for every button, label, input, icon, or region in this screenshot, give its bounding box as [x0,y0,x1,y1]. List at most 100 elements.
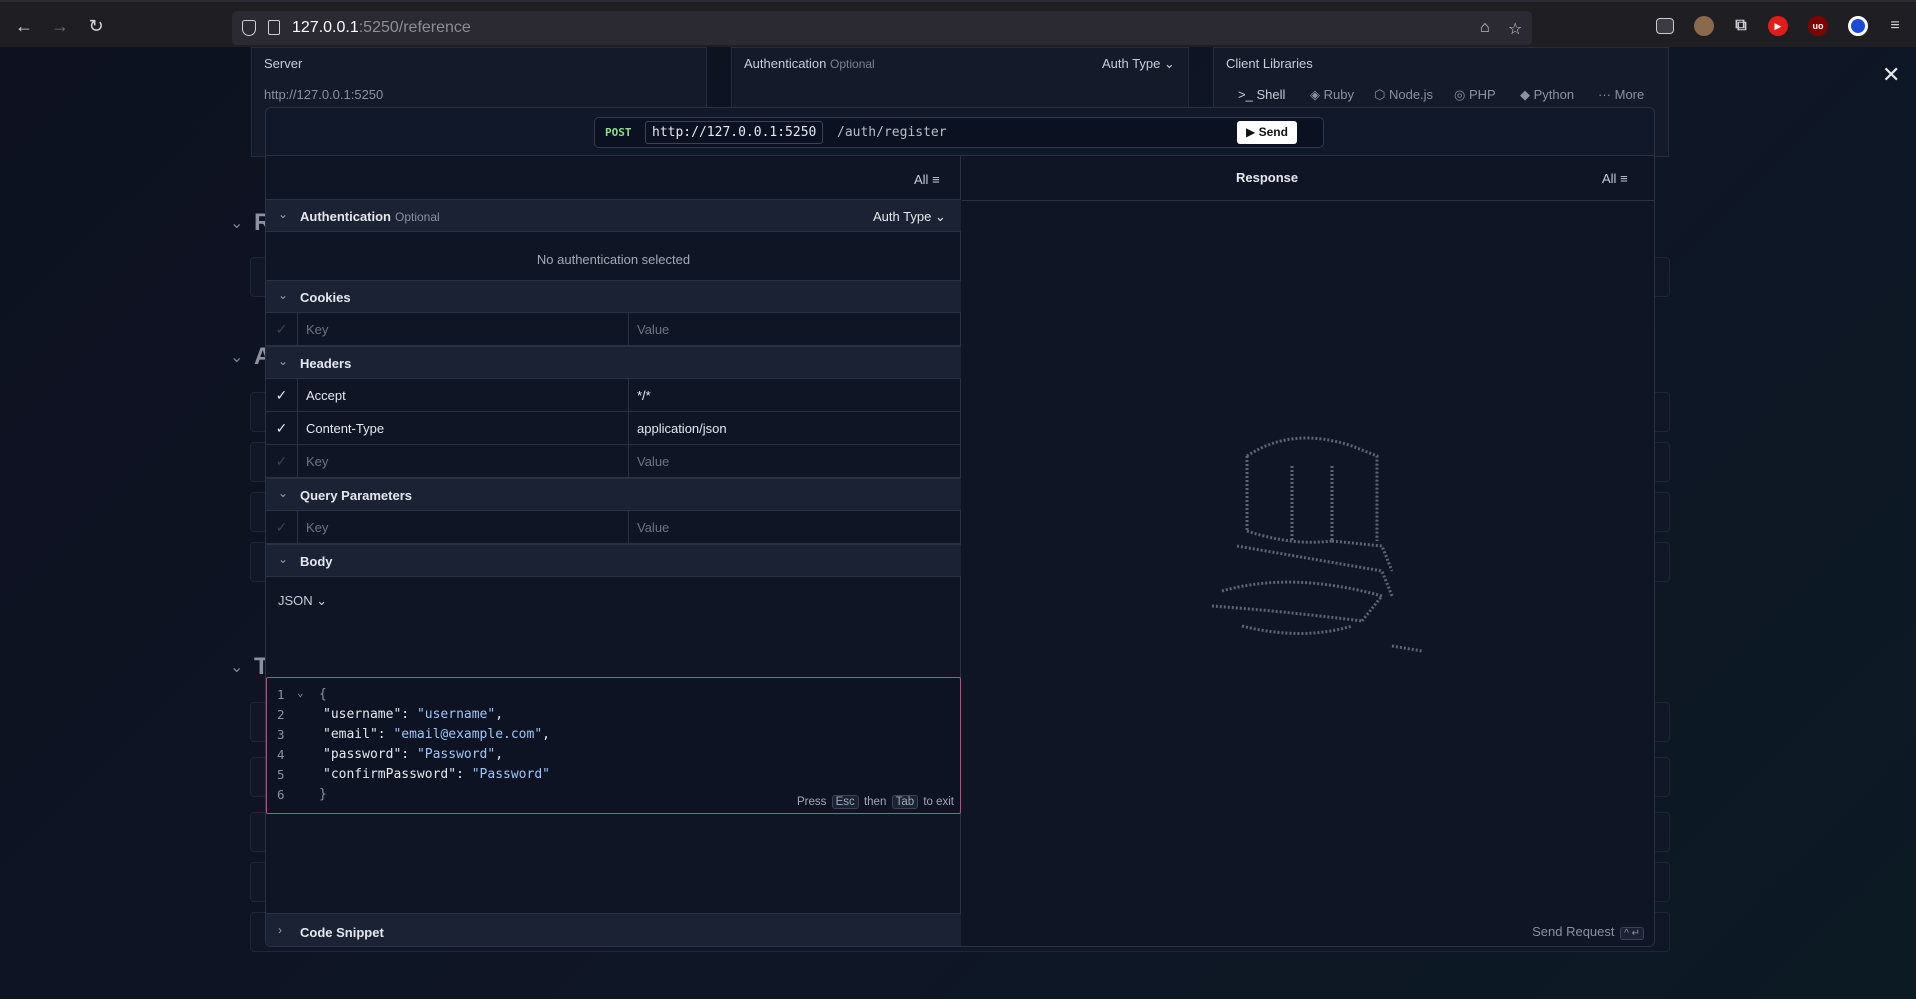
cookie-key-input[interactable]: Key [306,322,328,337]
chevron-down-icon: ⌄ [278,552,289,566]
auth-type-dropdown[interactable]: Auth Type ⌄ [1102,56,1175,72]
header-key-input[interactable]: Content-Type [306,421,384,436]
response-header: Response All ≡ [962,156,1654,201]
pocket-icon[interactable] [1656,18,1674,34]
address-bar[interactable]: 127.0.0.1:5250/reference ⌂ ☆ [232,11,1532,45]
client-tab-python[interactable]: ◆ Python [1520,87,1574,103]
response-pane: Response All ≡ Send Request ^ ↵ [962,156,1654,946]
no-auth-message: No authentication selected [536,252,691,267]
editor-exit-hint: Press Esc then Tab to exit [796,795,954,809]
extension-circle-icon[interactable] [1848,16,1868,36]
code-snippet-section-header[interactable]: › Code Snippet [266,913,961,946]
close-icon[interactable]: ✕ [1882,62,1900,88]
header-key-input[interactable]: Key [306,454,328,469]
chevron-down-icon[interactable]: ⌄ [230,347,243,367]
code-line: "confirmPassword": "Password" [323,767,550,782]
response-filter-dropdown[interactable]: All ≡ [1602,171,1628,186]
headers-section-header[interactable]: ⌄ Headers [266,346,961,379]
auth-heading: Authentication Optional [744,56,875,71]
server-heading: Server [264,56,303,71]
back-icon[interactable]: ← [10,12,38,40]
play-icon: ▶ [1246,125,1256,139]
cookie-row: ✓ Key Value [266,313,961,346]
request-bar: POST http://127.0.0.1:5250 /auth/registe… [266,108,1654,156]
code-line: } [319,787,327,802]
query-value-input[interactable]: Value [637,520,669,535]
chevron-down-icon: ⌄ [278,207,289,221]
browser-toolbar: ← → ↻ 127.0.0.1:5250/reference ⌂ ☆ ⧉ ▶ u… [0,0,1916,47]
query-section-header[interactable]: ⌄ Query Parameters [266,478,961,511]
request-modal: POST http://127.0.0.1:5250 /auth/registe… [265,107,1655,947]
client-tab-more[interactable]: ··· More [1598,87,1644,102]
request-pane: All ≡ ⌄ Authentication Optional Auth Type… [266,156,961,946]
filter-icon: ≡ [1620,171,1628,186]
youtube-icon[interactable]: ▶ [1768,16,1788,36]
client-libraries-heading: Client Libraries [1226,56,1313,71]
body-content-type-dropdown[interactable]: JSON ⌄ [278,593,327,609]
checkbox[interactable]: ✓ [266,313,298,345]
line-number: 3 [277,727,285,742]
chevron-down-icon: ⌄ [278,486,289,500]
menu-icon[interactable]: ≡ [1885,16,1905,36]
page-icon [268,20,280,35]
code-line: "username": "username", [323,707,504,722]
send-request-hint[interactable]: Send Request ^ ↵ [1532,924,1646,940]
header-value-input[interactable]: application/json [637,421,727,436]
query-key-input[interactable]: Key [306,520,328,535]
keyboard-shortcut: ^ ↵ [1620,927,1644,940]
empty-response-illustration [1211,436,1423,653]
bookmark-star-icon[interactable]: ☆ [1508,19,1522,39]
line-number: 6 [277,787,285,802]
chevron-down-icon[interactable]: ⌄ [230,213,243,233]
cookie-value-input[interactable]: Value [637,322,669,337]
header-value-input[interactable]: Value [637,454,669,469]
shield-icon[interactable] [242,20,256,36]
chevron-down-icon[interactable]: ⌄ [230,657,243,677]
header-row: ✓ Content-Type application/json [266,412,961,445]
request-address: POST http://127.0.0.1:5250 /auth/registe… [594,117,1324,148]
address-text[interactable]: 127.0.0.1:5250/reference [292,19,471,37]
code-line: { [319,687,327,702]
line-number: 4 [277,747,285,762]
header-row: ✓ Key Value [266,445,961,478]
request-path-input[interactable]: /auth/register [837,125,947,140]
checkbox-checked[interactable]: ✓ [266,379,298,411]
header-key-input[interactable]: Accept [306,388,346,403]
header-row: ✓ Accept */* [266,379,961,412]
filter-icon: ≡ [932,172,940,187]
client-tab-php[interactable]: ◎ PHP [1454,87,1496,103]
line-number: 2 [277,707,285,722]
http-method-badge: POST [605,126,632,139]
body-section-header[interactable]: ⌄ Body [266,544,961,577]
code-line: "email": "email@example.com", [323,727,550,742]
home-icon[interactable]: ⌂ [1480,19,1490,37]
code-line: "password": "Password", [323,747,504,762]
extensions-puzzle-icon[interactable]: ⧉ [1731,16,1751,36]
chevron-right-icon: › [278,923,282,937]
line-number: 1 [277,687,285,702]
client-tab-ruby[interactable]: ◈ Ruby [1310,87,1354,103]
request-filter-dropdown[interactable]: All ≡ [914,172,940,187]
line-number: 5 [277,767,285,782]
cookies-section-header[interactable]: ⌄ Cookies [266,280,961,313]
base-url-selector[interactable]: http://127.0.0.1:5250 [645,121,824,144]
send-button[interactable]: ▶ Send [1237,121,1297,144]
fold-chevron-icon[interactable]: ⌄ [297,686,304,699]
ublock-icon[interactable]: uo [1808,16,1828,36]
auth-type-dropdown[interactable]: Auth Type ⌄ [873,209,946,225]
reload-icon[interactable]: ↻ [82,12,110,40]
server-url[interactable]: http://127.0.0.1:5250 [264,87,383,102]
profile-avatar-icon[interactable] [1694,16,1714,36]
json-body-editor[interactable]: 1 2 3 4 5 6 ⌄ { "username": "username", … [266,677,961,814]
checkbox[interactable]: ✓ [266,445,298,477]
header-value-input[interactable]: */* [637,388,651,403]
response-title: Response [1236,170,1299,185]
client-tab-nodejs[interactable]: ⬡ Node.js [1374,87,1433,103]
auth-section-header[interactable]: ⌄ Authentication Optional Auth Type ⌄ [266,199,961,232]
chevron-down-icon: ⌄ [278,288,289,302]
forward-icon[interactable]: → [46,12,74,40]
checkbox-checked[interactable]: ✓ [266,412,298,444]
client-tab-shell[interactable]: >_ Shell [1238,87,1285,102]
chevron-down-icon: ⌄ [278,354,289,368]
checkbox[interactable]: ✓ [266,511,298,543]
